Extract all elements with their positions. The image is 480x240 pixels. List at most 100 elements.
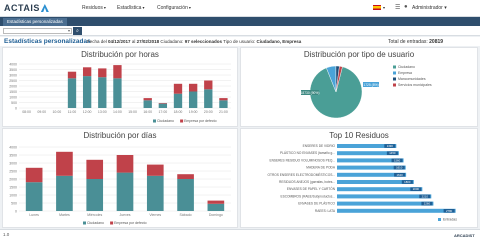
bar-empresa (173, 83, 183, 94)
category-label: MADERA DE PODA (306, 166, 336, 170)
total-label: Total de entradas: (388, 39, 428, 45)
x-tick-label: Sábado (180, 213, 192, 217)
chevron-down-icon: ▾ (67, 28, 70, 33)
tipo-value: Ciudadano, Empresa (256, 39, 302, 44)
version-text: 1.0 (3, 232, 10, 237)
page-title: Estadísticas personalizadas (4, 38, 91, 45)
bar-ciudadano (67, 78, 77, 108)
x-tick-label: 15:00 (128, 110, 137, 114)
toolbar: ▾ ⌕ (0, 26, 480, 36)
search-icon: ⌕ (76, 28, 79, 34)
legend-swatch (438, 218, 441, 221)
bar-ciudadano (173, 93, 183, 108)
category-label: ENSERES RESIDUO VOLUMINOSOS PEQ... (269, 158, 335, 162)
y-tick-label: 2500 (9, 170, 17, 174)
pie-data-label: 18730 (90%) (301, 91, 320, 95)
bar-residuo (337, 194, 432, 199)
menu-label: Configuración (157, 5, 188, 11)
app-logo[interactable]: ACTAIS (4, 3, 49, 13)
value-label: 1390 (387, 144, 394, 148)
legend-swatch (83, 221, 86, 225)
menu-label: Residuos (82, 5, 103, 11)
value-label: 1450 (389, 151, 396, 155)
caret-down-icon: ▾ (103, 5, 106, 10)
user-type-chart: 18730 (90%) 1725 (8%) Ciudadano Empresa Manc… (301, 65, 432, 119)
bar-ciudadano (188, 91, 198, 108)
date-to: 27/02/2018 (136, 39, 160, 44)
category-label: PLÁSTICO NO ENVASES (tamaño g... (280, 151, 335, 155)
y-tick-label: 2500 (9, 79, 17, 83)
y-tick-label: 500 (11, 101, 17, 105)
x-tick-label: Domingo (209, 213, 223, 217)
legend-label: Empresa por defecto (114, 221, 147, 225)
ciudadano-value: 97 seleccionados (184, 39, 222, 44)
menu-residuos[interactable]: Residuos▾ (82, 5, 106, 11)
bar-ciudadano (98, 77, 107, 108)
search-button[interactable]: ⌕ (73, 27, 82, 35)
bar-ciudadano (204, 89, 213, 108)
bar-ciudadano (143, 100, 152, 108)
bar-empresa (82, 67, 92, 77)
chart-title: Distribución por horas (81, 50, 159, 59)
bar-empresa (158, 103, 168, 104)
bar-ciudadano (219, 100, 228, 108)
bar-empresa (188, 83, 198, 92)
notification-icon[interactable]: ☰ (395, 4, 400, 11)
value-label: 1610 (396, 166, 403, 170)
legend-label: Entradas (443, 218, 457, 222)
hours-chart-panel: Distribución por horas 4000 3500 3000 2500 2… (2, 47, 238, 127)
y-tick-label: 3000 (9, 162, 17, 166)
caret-down-icon[interactable]: ▾ (383, 5, 385, 10)
legend-label: Mancomunidades (398, 77, 426, 81)
pie-data-label: 1725 (8%) (363, 83, 378, 87)
user-icon[interactable]: ● (404, 4, 408, 10)
category-label: ENVASES DE PAPEL Y CARTÓN (287, 186, 336, 191)
criteria-al: al (131, 39, 136, 44)
language-flag-icon[interactable] (373, 5, 381, 10)
menu-estadistica[interactable]: Estadística▾ (117, 5, 144, 11)
x-tick-label: 19:00 (189, 110, 198, 114)
statistic-select[interactable]: ▾ (3, 28, 72, 34)
top-residuos-panel: Top 10 Residuos ENSERES DE VIDRIO 1390 PLÁ… (240, 128, 478, 228)
total-value: 20819 (429, 39, 444, 45)
bar-ciudadano (177, 179, 194, 211)
user-name: Administrador (412, 5, 443, 11)
bar-empresa (25, 167, 43, 183)
category-label: RAEES: LATA (315, 209, 336, 213)
menu-configuracion[interactable]: Configuración▾ (157, 5, 191, 11)
bar-ciudadano (25, 182, 43, 211)
legend-swatch (393, 65, 396, 69)
bar-empresa (219, 98, 228, 101)
legend-label: Ciudadano (398, 65, 415, 69)
y-tick-label: 3500 (9, 154, 17, 158)
hours-chart: 40003500 30002500 20001500 1000500 0 08:00 09:… (9, 63, 231, 123)
legend-swatch (110, 221, 114, 225)
nav-bar: Estadísticas personalizadas (0, 17, 480, 26)
tab-estadisticas[interactable]: Estadísticas personalizadas (3, 18, 67, 26)
top-residuos-chart: ENSERES DE VIDRIO 1390 PLÁSTICO NO ENVASES… (268, 144, 457, 222)
user-menu[interactable]: Administrador ▾ (412, 5, 447, 11)
chart-title: Distribución por días (83, 131, 157, 140)
x-tick-label: 18:00 (174, 110, 183, 114)
bar-empresa (113, 65, 122, 79)
value-label: 2780 (446, 209, 453, 213)
user-type-chart-panel: Distribución por tipo de usuario 18730 (… (240, 47, 478, 127)
days-chart-panel: Distribución por días 4000 3500 3000 2500 20… (2, 128, 238, 228)
bar-empresa (67, 71, 77, 79)
bar-residuo (337, 187, 423, 192)
bar-empresa (86, 159, 104, 179)
value-label: 1800 (404, 180, 411, 184)
legend-swatch (153, 119, 156, 123)
x-tick-label: 20:00 (204, 110, 213, 114)
bar-empresa (204, 80, 213, 90)
x-tick-label: 21:00 (219, 110, 228, 114)
chart-title: Top 10 Residuos (329, 131, 389, 140)
logo-text: ACTAIS (4, 3, 40, 13)
bar-ciudadano (146, 175, 164, 211)
legend-swatch (180, 119, 184, 123)
legend-label: Servicios municipales (398, 83, 432, 87)
logo-mark-icon (40, 4, 49, 12)
y-tick-label: 4000 (9, 146, 17, 150)
footer-brand: ARCADIST (454, 233, 475, 238)
days-chart: 4000 3500 3000 2500 2000 1500 1000 500 0 Lunes Mar… (9, 146, 231, 225)
